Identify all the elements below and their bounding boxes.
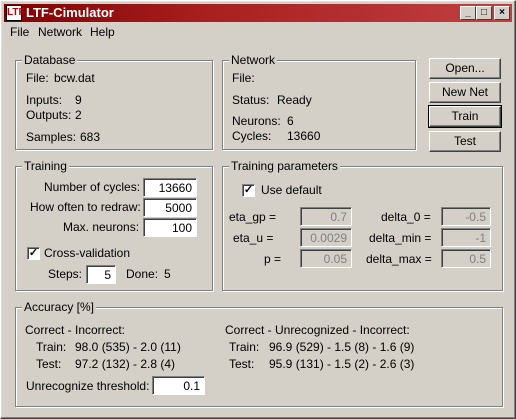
db-samples-label: Samples: [26, 130, 77, 144]
done-value: 5 [164, 267, 171, 281]
close-button[interactable]: × [494, 6, 510, 20]
menu-help[interactable]: Help [90, 25, 115, 39]
net-cycles-label: Cycles: [232, 129, 272, 143]
training-legend: Training [22, 159, 69, 173]
network-legend: Network [229, 53, 278, 67]
window-title: LTF-Cimulator [26, 5, 114, 20]
delta-0-input[interactable]: -0.5 [441, 207, 491, 226]
p-label: p = [264, 252, 282, 266]
redraw-input[interactable]: 5000 [143, 198, 197, 217]
db-outputs-label: Outputs: [26, 108, 72, 122]
redraw-label: How often to redraw: [30, 200, 141, 214]
cycles-input[interactable]: 13660 [143, 178, 197, 197]
net-cycles-value: 13660 [287, 129, 321, 143]
test-button[interactable]: Test [429, 131, 501, 152]
db-file-value: bcw.dat [54, 71, 95, 85]
app-icon[interactable]: LTF [6, 5, 25, 21]
training-group: Training Number of cycles: 13660 How oft… [15, 159, 213, 291]
delta-max-input[interactable]: 0.5 [441, 249, 491, 268]
open-button[interactable]: Open... [429, 58, 501, 79]
database-group: Database File: bcw.dat Inputs: 9 Outputs… [15, 53, 213, 150]
accuracy-group: Accuracy [%] Correct - Incorrect: Train:… [15, 300, 503, 407]
training-parameters-group: Training parameters ✓ Use default eta_gp… [222, 159, 503, 291]
p-input[interactable]: 0.05 [300, 249, 352, 268]
train-button[interactable]: Train [428, 105, 502, 128]
eta-gp-label: eta_gp = [229, 210, 277, 224]
steps-label: Steps: [48, 267, 83, 281]
net-file-label: File: [232, 71, 255, 85]
right-test-label: Test: [229, 357, 255, 371]
right-header: Correct - Unrecognized - Incorrect: [225, 323, 410, 337]
use-default-label[interactable]: Use default [261, 183, 322, 197]
maximize-button[interactable]: □ [476, 6, 492, 20]
db-file-label: File: [26, 71, 49, 85]
threshold-input[interactable]: 0.1 [152, 376, 205, 395]
new-net-button[interactable]: New Net [429, 82, 501, 103]
menu-network[interactable]: Network [38, 25, 82, 39]
eta-u-label: eta_u = [233, 231, 274, 245]
db-outputs-value: 2 [75, 108, 82, 122]
cross-validation-checkbox[interactable]: ✓ [27, 247, 40, 260]
menu-bar: File Network Help [4, 23, 512, 41]
net-status-value: Ready [277, 93, 312, 107]
cross-validation-label[interactable]: Cross-validation [44, 246, 130, 260]
net-neurons-label: Neurons: [232, 114, 281, 128]
accuracy-legend: Accuracy [%] [22, 300, 97, 314]
threshold-label: Unrecognize threshold: [26, 379, 150, 393]
eta-gp-input[interactable]: 0.7 [300, 207, 352, 226]
steps-input[interactable]: 5 [86, 265, 116, 284]
delta-0-label: delta_0 = [381, 210, 431, 224]
db-inputs-value: 9 [75, 93, 82, 107]
right-test-value: 95.9 (131) - 1.5 (2) - 2.6 (3) [269, 357, 415, 371]
db-samples-value: 683 [80, 130, 101, 144]
delta-min-input[interactable]: -1 [441, 228, 491, 247]
net-status-label: Status: [232, 93, 270, 107]
delta-max-label: delta_max = [366, 252, 432, 266]
database-legend: Database [22, 53, 78, 67]
left-train-label: Train: [36, 340, 67, 354]
cycles-label: Number of cycles: [44, 180, 141, 194]
use-default-checkbox[interactable]: ✓ [242, 184, 255, 197]
main-window: LTF LTF-Cimulator _ □ × File Network Hel… [0, 0, 516, 419]
max-neurons-label: Max. neurons: [63, 220, 140, 234]
db-inputs-label: Inputs: [26, 93, 63, 107]
done-label: Done: [126, 267, 159, 281]
training-parameters-legend: Training parameters [229, 159, 340, 173]
max-neurons-input[interactable]: 100 [143, 218, 197, 237]
minimize-button[interactable]: _ [460, 6, 476, 20]
net-neurons-value: 6 [287, 114, 294, 128]
eta-u-input[interactable]: 0.0029 [300, 228, 352, 247]
right-train-label: Train: [229, 340, 260, 354]
menu-file[interactable]: File [10, 25, 29, 39]
right-train-value: 96.9 (529) - 1.5 (8) - 1.6 (9) [269, 340, 415, 354]
title-bar[interactable]: LTF LTF-Cimulator _ □ × [4, 4, 512, 22]
left-test-label: Test: [36, 357, 62, 371]
left-train-value: 98.0 (535) - 2.0 (11) [75, 340, 181, 354]
delta-min-label: delta_min = [369, 231, 432, 245]
network-group: Network File: Status: Ready Neurons: 6 C… [222, 53, 416, 150]
left-test-value: 97.2 (132) - 2.8 (4) [75, 357, 176, 371]
left-header: Correct - Incorrect: [25, 323, 126, 337]
